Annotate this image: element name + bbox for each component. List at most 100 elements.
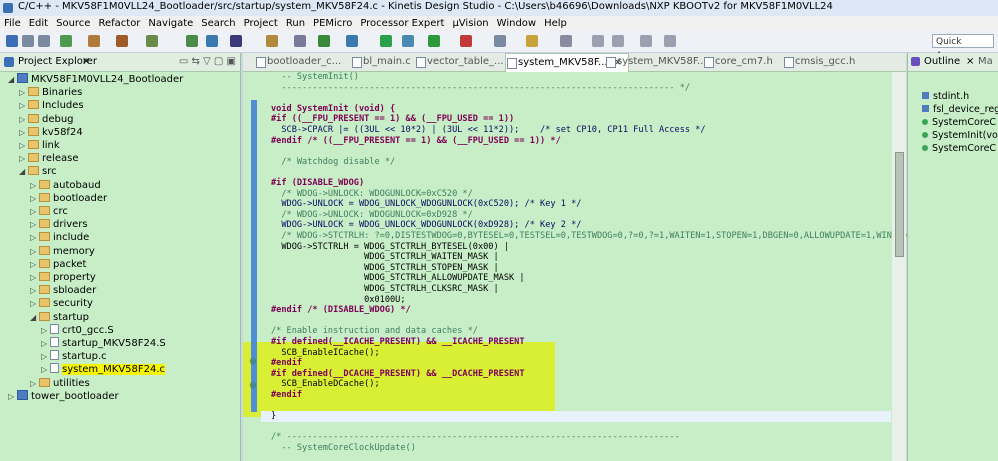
- tree-item-security[interactable]: ▷ security: [30, 297, 93, 310]
- collapsed-arrow-icon[interactable]: ▷: [41, 363, 50, 376]
- collapsed-arrow-icon[interactable]: ▷: [30, 205, 39, 218]
- tree-item-sbloader[interactable]: ▷ sbloader: [30, 284, 96, 297]
- menu-project[interactable]: Project: [240, 17, 282, 31]
- editor-tab[interactable]: core_cm7.h: [703, 53, 773, 71]
- profile-icon[interactable]: [460, 35, 472, 47]
- collapsed-arrow-icon[interactable]: ▷: [19, 152, 28, 165]
- collapsed-arrow-icon[interactable]: ▷: [30, 377, 39, 390]
- grid-icon[interactable]: [230, 35, 242, 47]
- outline-item[interactable]: stdint.h: [922, 91, 969, 103]
- new-icon[interactable]: [6, 35, 18, 47]
- tree-item-memory[interactable]: ▷ memory: [30, 245, 95, 258]
- tree-item-link[interactable]: ▷ link: [19, 139, 60, 152]
- overview-ruler[interactable]: [892, 72, 906, 461]
- debug-icon[interactable]: [346, 35, 358, 47]
- tree-item-mkv58f1m0vll24-bootloader[interactable]: ◢ MKV58F1M0VLL24_Bootloader: [8, 73, 183, 86]
- mark-icon[interactable]: [526, 35, 538, 47]
- menu-pemicro[interactable]: PEMicro: [309, 17, 356, 31]
- external-tools-icon[interactable]: [402, 35, 414, 47]
- tree-item-startup[interactable]: ◢ startup: [30, 311, 89, 324]
- menu-refactor[interactable]: Refactor: [94, 17, 144, 31]
- tree-item-debug[interactable]: ▷ debug: [19, 113, 74, 126]
- collapsed-arrow-icon[interactable]: ▷: [19, 99, 28, 112]
- editor-tab[interactable]: bootloader_c...: [255, 53, 341, 71]
- menu-file[interactable]: File: [0, 17, 25, 31]
- collapsed-arrow-icon[interactable]: ▷: [30, 179, 39, 192]
- quick-access-input[interactable]: Quick Access: [932, 34, 994, 61]
- collapsed-arrow-icon[interactable]: ▷: [41, 337, 50, 350]
- flash-icon[interactable]: [206, 35, 218, 47]
- collapsed-arrow-icon[interactable]: ▷: [19, 86, 28, 99]
- more-views-tab[interactable]: Ma: [978, 56, 993, 67]
- collapsed-arrow-icon[interactable]: ▷: [30, 284, 39, 297]
- tree-item-crc[interactable]: ▷ crc: [30, 205, 68, 218]
- collapsed-arrow-icon[interactable]: ▷: [30, 245, 39, 258]
- tree-item-includes[interactable]: ▷ Includes: [19, 99, 84, 112]
- collapsed-arrow-icon[interactable]: ▷: [19, 126, 28, 139]
- expanded-arrow-icon[interactable]: ◢: [19, 165, 28, 178]
- menu--vision[interactable]: µVision: [448, 17, 492, 31]
- back-icon[interactable]: [640, 35, 652, 47]
- outline-item[interactable]: SystemCoreC: [922, 143, 996, 155]
- play-icon[interactable]: [380, 35, 392, 47]
- menu-run[interactable]: Run: [282, 17, 309, 31]
- menu-window[interactable]: Window: [493, 17, 540, 31]
- outline-title[interactable]: Outline: [924, 56, 960, 67]
- prev-annotation-icon[interactable]: [612, 35, 624, 47]
- expanded-arrow-icon[interactable]: ◢: [30, 311, 39, 324]
- fold-marker-icon[interactable]: ⊖: [249, 357, 261, 367]
- editor-tab[interactable]: cmsis_gcc.h: [783, 53, 855, 71]
- pin-icon[interactable]: [560, 35, 572, 47]
- collapsed-arrow-icon[interactable]: ▷: [19, 139, 28, 152]
- tree-item-include[interactable]: ▷ include: [30, 231, 89, 244]
- refresh-icon[interactable]: [186, 35, 198, 47]
- editor-tab[interactable]: bl_main.c: [351, 53, 411, 71]
- fold-marker-icon[interactable]: ⊖: [249, 381, 261, 391]
- collapsed-arrow-icon[interactable]: ▷: [41, 324, 50, 337]
- outline-item[interactable]: SystemCoreC: [922, 117, 996, 129]
- collapsed-arrow-icon[interactable]: ▷: [19, 113, 28, 126]
- tree-item-system-mkv58f24-c[interactable]: ▷ system_MKV58F24.c: [41, 363, 166, 376]
- search-icon[interactable]: [494, 35, 506, 47]
- editor-tab[interactable]: vector_table_...: [415, 53, 504, 71]
- collapsed-arrow-icon[interactable]: ▷: [30, 271, 39, 284]
- open-folder-icon[interactable]: [266, 35, 278, 47]
- menu-edit[interactable]: Edit: [25, 17, 52, 31]
- save-icon[interactable]: [22, 35, 34, 47]
- outline-item[interactable]: SystemInit(vo: [922, 130, 998, 142]
- next-annotation-icon[interactable]: [592, 35, 604, 47]
- collapsed-arrow-icon[interactable]: ▷: [30, 297, 39, 310]
- close-icon[interactable]: ⨯: [82, 56, 90, 67]
- hammer-icon[interactable]: [116, 35, 128, 47]
- run-icon[interactable]: [318, 35, 330, 47]
- tree-item-startup-c[interactable]: ▷ startup.c: [41, 350, 107, 363]
- tree-item-release[interactable]: ▷ release: [19, 152, 78, 165]
- build-icon[interactable]: [60, 35, 72, 47]
- tree-item-startup-mkv58f24-s[interactable]: ▷ startup_MKV58F24.S: [41, 337, 166, 350]
- menu-search[interactable]: Search: [197, 17, 239, 31]
- tree-item-src[interactable]: ◢ src: [19, 165, 57, 178]
- menu-navigate[interactable]: Navigate: [144, 17, 197, 31]
- collapsed-arrow-icon[interactable]: ▷: [30, 192, 39, 205]
- code-editor[interactable]: -- SystemInit() ------------------------…: [243, 72, 913, 461]
- settings-icon[interactable]: [88, 35, 100, 47]
- tree-item-autobaud[interactable]: ▷ autobaud: [30, 179, 101, 192]
- tree-item-binaries[interactable]: ▷ Binaries: [19, 86, 82, 99]
- processor-icon[interactable]: [146, 35, 158, 47]
- collapsed-arrow-icon[interactable]: ▷: [8, 390, 17, 403]
- menu-source[interactable]: Source: [52, 17, 94, 31]
- menu-help[interactable]: Help: [540, 17, 571, 31]
- collapsed-arrow-icon[interactable]: ▷: [30, 218, 39, 231]
- tree-item-property[interactable]: ▷ property: [30, 271, 96, 284]
- tree-item-crt0-gcc-s[interactable]: ▷ crt0_gcc.S: [41, 323, 114, 337]
- close-icon[interactable]: ⨯: [966, 56, 974, 67]
- tree-item-kv58f24[interactable]: ▷ kv58f24: [19, 126, 83, 139]
- run-config-icon[interactable]: [428, 35, 440, 47]
- save-all-icon[interactable]: [38, 35, 50, 47]
- menu-processor-expert[interactable]: Processor Expert: [356, 17, 448, 31]
- forward-icon[interactable]: [664, 35, 676, 47]
- tree-item-tower-bootloader[interactable]: ▷ tower_bootloader: [8, 389, 119, 403]
- editor-tab[interactable]: system_MKV58F...: [605, 53, 707, 71]
- outline-item[interactable]: fsl_device_reg: [922, 104, 998, 116]
- scrollbar-thumb[interactable]: [895, 152, 904, 257]
